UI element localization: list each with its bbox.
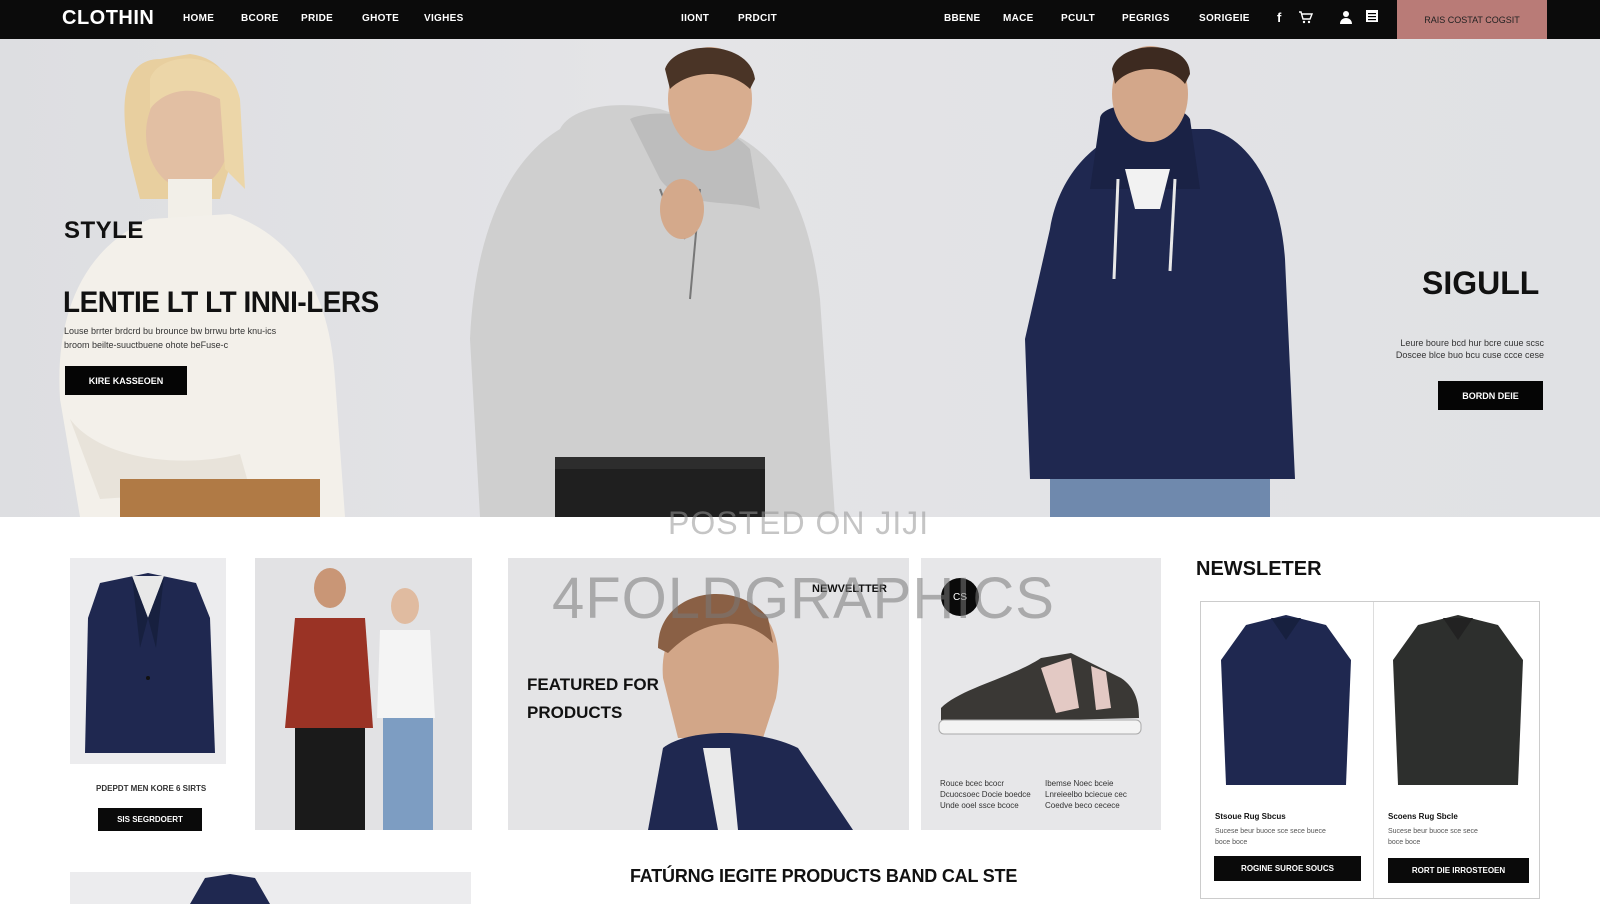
- watermark-line-2: 4FOLDGRAPHICS: [552, 566, 1055, 631]
- nav-link-3[interactable]: PRIDE: [301, 13, 333, 24]
- newsletter-panel: Stsoue Rug Sbcus Sucese beur buoce sce s…: [1200, 601, 1540, 899]
- newsletter-item-1-button[interactable]: ROGINE SUROE SOUCS: [1214, 856, 1361, 881]
- featured-heading-line2: PRODUCTS: [527, 703, 623, 722]
- featured-heading: FEATURED FOR PRODUCTS: [527, 671, 659, 727]
- watermark-line-1: POSTED ON JIJI: [668, 505, 930, 541]
- bottom-product-card[interactable]: [70, 872, 471, 904]
- featured-heading-line1: FEATURED FOR: [527, 675, 659, 694]
- nav-link-6[interactable]: IIONT: [681, 13, 709, 24]
- nav-link-9[interactable]: MACE: [1003, 13, 1034, 24]
- product-card-couple[interactable]: [255, 558, 472, 830]
- newsletter-item-2-desc: Sucese beur buoce sce sece: [1388, 828, 1478, 835]
- hero-banner: STYLE LENTIE LT LT INNI-LERS Louse brrte…: [0, 39, 1600, 517]
- newsletter-item-2-title: Scoens Rug Sbcle: [1388, 812, 1458, 821]
- nav-link-7[interactable]: PRDCIT: [738, 13, 777, 24]
- hero-right-title: SIGULL: [1422, 265, 1540, 301]
- hero-paragraph-2: broom beilte-suuctbuene ohote beFuse-c: [64, 340, 229, 350]
- newsletter-item-2-desc2: boce boce: [1388, 839, 1421, 846]
- bottom-product-image: [190, 874, 270, 904]
- user-icon[interactable]: [1340, 10, 1352, 27]
- sneaker-caption-right: Ibemse Noec bceie Lnreieelbo bciecue cec…: [1045, 779, 1127, 810]
- hero-model-grey-hoodie-image: [470, 47, 835, 517]
- product-button-1[interactable]: SIS SEGRDOERT: [98, 808, 202, 831]
- hero-model-woman-image: [59, 54, 345, 517]
- hero-paragraph-1: Louse brrter brdcrd bu brounce bw brrwu …: [64, 326, 277, 336]
- nav-link-4[interactable]: GHOTE: [362, 13, 399, 24]
- newsletter-item-2-button[interactable]: RORT DIE IRROSTEOEN: [1388, 858, 1529, 883]
- brand-logo[interactable]: CLOTHIN: [62, 7, 154, 30]
- sneaker-caption-left: Rouce bcec bcocr Dcuocsoec Docie boedce …: [940, 779, 1031, 810]
- nav-link-5[interactable]: VIGHES: [424, 13, 464, 24]
- newsletter-item-1-desc: Sucese beur buoce sce sece buece: [1215, 828, 1326, 835]
- hero-right-paragraph-2: Doscee blce buo bcu cuse ccce cese: [1395, 350, 1544, 360]
- nav-cta-button[interactable]: RAIS COSTAT COGSIT: [1397, 0, 1547, 39]
- navy-polo-image: [1221, 615, 1351, 785]
- newsletter-item-1-desc2: boce boce: [1215, 839, 1248, 846]
- product-card-blazer[interactable]: [70, 558, 226, 764]
- nav-link-12[interactable]: SORIGEIE: [1199, 13, 1250, 24]
- facebook-icon[interactable]: f: [1277, 10, 1281, 25]
- hero-right-paragraph-1: Leure boure bcd hur bcre cuue scsc: [1400, 338, 1544, 348]
- nav-link-11[interactable]: PEGRIGS: [1122, 13, 1170, 24]
- top-navbar: CLOTHIN HOME BCORE PRIDE GHOTE VIGHES II…: [0, 0, 1600, 39]
- cart-icon[interactable]: [1298, 10, 1314, 27]
- hero-model-navy-hoodie-image: [1025, 46, 1295, 517]
- newsletter-heading: NEWSLETER: [1196, 558, 1322, 580]
- nav-link-8[interactable]: BBENE: [944, 13, 981, 24]
- couple-image: [285, 568, 435, 830]
- hero-right-button[interactable]: BORDN DEIE: [1438, 381, 1543, 410]
- nav-link-home[interactable]: HOME: [183, 13, 214, 24]
- blazer-image: [85, 573, 215, 753]
- newsletter-item-1-title: Stsoue Rug Sbcus: [1215, 812, 1286, 821]
- nav-link-2[interactable]: BCORE: [241, 13, 279, 24]
- hero-kicker: STYLE: [64, 217, 144, 244]
- product-caption: PDEPDT MEN KORE 6 SIRTS: [96, 784, 207, 793]
- hero-shop-button[interactable]: KIRE KASSEOEN: [65, 366, 187, 395]
- bottom-section-title: FATÚRNG IEGITE PRODUCTS BAND CAL STE: [630, 866, 1018, 886]
- black-polo-image: [1393, 615, 1523, 785]
- nav-link-10[interactable]: PCULT: [1061, 13, 1095, 24]
- menu-icon[interactable]: [1366, 10, 1378, 25]
- hero-title: LENTIE LT LT INNI-LERS: [63, 286, 379, 319]
